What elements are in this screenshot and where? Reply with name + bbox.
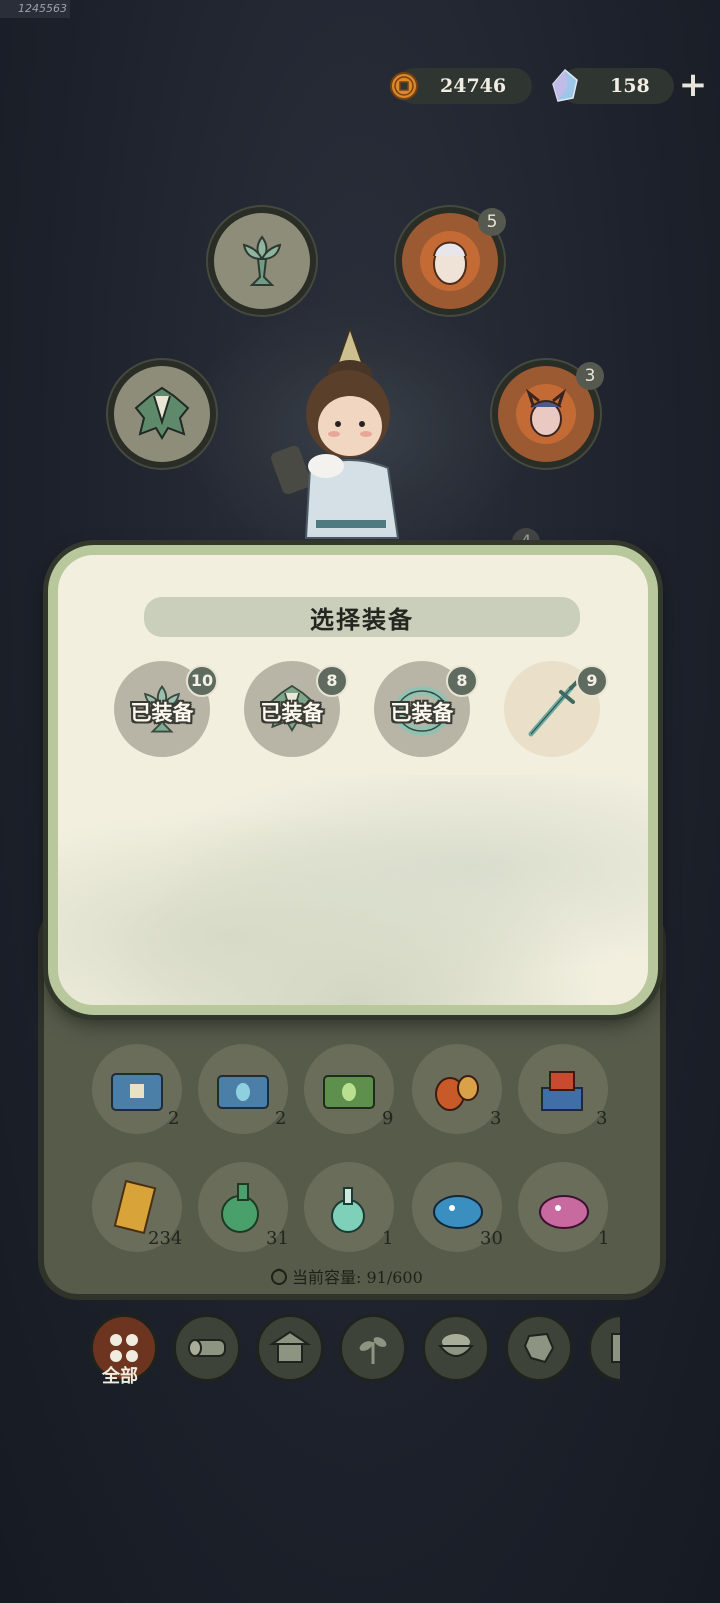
equipment-option[interactable]: 已装备 8 (244, 661, 348, 757)
item-count: 9 (382, 1108, 394, 1129)
dialog-title-bar: 选择装备 (144, 597, 580, 637)
capacity-indicator: 当前容量: 91/600 (270, 1264, 423, 1288)
item-count: 30 (480, 1228, 503, 1249)
equipped-tag: 已装备 (130, 700, 194, 725)
tab-all-label: 全部 (102, 1366, 138, 1387)
item-count: 3 (596, 1108, 608, 1129)
player-id: 1245563 (0, 0, 70, 18)
equipment-option[interactable]: 已装备 10 (114, 661, 218, 757)
dialog-title: 选择装备 (310, 604, 414, 634)
green-gourd-chest-icon (323, 1075, 375, 1109)
add-gems-button[interactable]: + (675, 68, 711, 104)
gem-counter: 158 (552, 68, 674, 104)
tab-ore[interactable] (505, 1314, 573, 1382)
food-bowl-icon (437, 1334, 475, 1357)
item-count: 2 (275, 1108, 287, 1129)
select-equipment-dialog: 选择装备 已装备 10 已装备 8 已装备 8 9 (48, 545, 658, 1015)
house-icon (268, 1330, 312, 1363)
equipment-option[interactable]: 9 (504, 661, 608, 757)
item-count: 234 (148, 1228, 183, 1249)
mountain-mist-background (58, 775, 648, 1005)
slot-level-badge: 3 (576, 362, 604, 390)
equipped-tag: 已装备 (260, 700, 324, 725)
level-badge: 10 (186, 665, 218, 697)
item-count: 3 (490, 1108, 502, 1129)
gourd-bundle-icon (435, 1075, 479, 1111)
lotus-cup-icon (242, 235, 282, 286)
equipped-tag: 已装备 (390, 700, 454, 725)
coin-counter: 24746 (390, 68, 532, 104)
wood-icon (188, 1339, 226, 1357)
herb-icon (359, 1337, 387, 1364)
item-count: 31 (266, 1228, 289, 1249)
equipment-option[interactable]: 已装备 8 (374, 661, 478, 757)
ore-icon (523, 1332, 555, 1364)
inventory-item[interactable] (304, 1162, 394, 1252)
tab-wood[interactable] (173, 1314, 241, 1382)
tab-scroll[interactable] (588, 1314, 620, 1382)
slot-lotus-cup[interactable] (208, 207, 316, 315)
copper-coin-icon (390, 72, 418, 100)
tab-scroll-partial[interactable] (588, 1314, 620, 1382)
tab-herb[interactable] (339, 1314, 407, 1382)
inventory-item[interactable] (518, 1162, 608, 1252)
crystal-gem-icon (552, 68, 578, 102)
item-count: 2 (168, 1108, 180, 1129)
bag-icon (271, 1268, 287, 1285)
slot-leaf-armor[interactable] (108, 360, 216, 468)
flask-icon (331, 1187, 365, 1233)
inventory-item[interactable] (304, 1044, 394, 1134)
level-badge: 8 (446, 665, 478, 697)
capacity-text: 当前容量: 91/600 (292, 1268, 423, 1287)
scroll-tab-icon (611, 1333, 620, 1363)
gem-amount: 158 (610, 75, 650, 97)
spirit-portrait-icon (420, 231, 480, 291)
item-count: 1 (598, 1228, 610, 1249)
tab-food[interactable] (422, 1314, 490, 1382)
inventory-item[interactable] (518, 1044, 608, 1134)
item-count: 1 (382, 1228, 394, 1249)
coin-amount: 24746 (440, 75, 507, 97)
demon-portrait-icon (516, 384, 576, 444)
level-badge: 9 (576, 665, 608, 697)
gift-pile-icon (541, 1071, 583, 1111)
pink-beast-icon (539, 1195, 589, 1229)
inventory-item[interactable] (412, 1044, 502, 1134)
leaf-armor-icon (134, 386, 190, 440)
level-badge: 8 (316, 665, 348, 697)
player-character (271, 328, 400, 539)
slot-level-badge: 5 (478, 208, 506, 236)
tab-house[interactable] (256, 1314, 324, 1382)
